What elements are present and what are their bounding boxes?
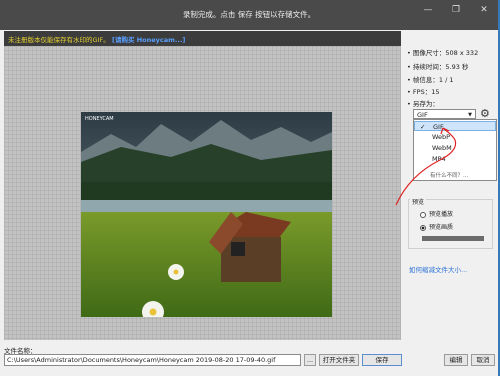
fps: • FPS：15 <box>407 88 440 96</box>
preview-watermark: HONEYCAM <box>85 116 114 122</box>
file-path-input[interactable]: C:\Users\Administrator\Documents\Honeyca… <box>4 354 301 366</box>
preview-group-label: 预览 <box>410 197 427 206</box>
honeycam-window: 录制完成。点击 保存 按钮以存储文件。 — ❐ ✕ 未注册版本仅能保存有水印的G… <box>0 0 500 376</box>
reduce-size-link[interactable]: 如何缩减文件大小... <box>409 264 467 274</box>
frame-info: • 帧信息：1 / 1 <box>407 76 454 84</box>
unregistered-notice: 未注册版本仅能保存有水印的GIF。 [请购买 Honeycam...] <box>4 31 401 46</box>
image-size: • 图像尺寸：508 x 332 <box>407 49 479 57</box>
cancel-button[interactable]: 取消 <box>471 354 495 366</box>
close-button[interactable]: ✕ <box>470 0 498 22</box>
minimize-button[interactable]: — <box>414 0 442 22</box>
radio-preview-play[interactable]: 预览播放 <box>420 209 453 218</box>
format-option-mp4[interactable]: MP4 <box>414 154 496 164</box>
edit-button[interactable]: 编辑 <box>444 354 468 366</box>
browse-button[interactable]: ... <box>304 354 316 366</box>
quality-slider[interactable] <box>422 236 484 241</box>
format-option-gif[interactable]: ✓ GIF <box>414 121 496 131</box>
restore-button[interactable]: ❐ <box>442 0 470 22</box>
format-select[interactable]: GIF ▼ <box>413 109 476 119</box>
checkmark-icon: ✓ <box>420 123 426 131</box>
preview-canvas: HONEYCAM <box>4 46 401 340</box>
watermark-warning: 未注册版本仅能保存有水印的GIF。 <box>8 36 110 44</box>
buy-link[interactable]: [请购买 Honeycam...] <box>112 34 185 44</box>
open-folder-button[interactable]: 打开文件夹 <box>319 354 359 366</box>
title-bar: 录制完成。点击 保存 按钮以存储文件。 — ❐ ✕ <box>0 0 498 30</box>
preview-image: HONEYCAM <box>81 112 332 317</box>
format-option-webm[interactable]: WebM <box>414 143 496 153</box>
format-help-link[interactable]: 有什么不同？... <box>430 171 468 179</box>
save-button[interactable]: 保存 <box>362 354 402 366</box>
format-option-webp[interactable]: WebP <box>414 132 496 142</box>
save-as-label: • 另存为： <box>407 100 439 108</box>
radio-preview-quality[interactable]: 预览画质 <box>420 222 453 231</box>
duration: • 持续时间：5.93 秒 <box>407 63 469 71</box>
